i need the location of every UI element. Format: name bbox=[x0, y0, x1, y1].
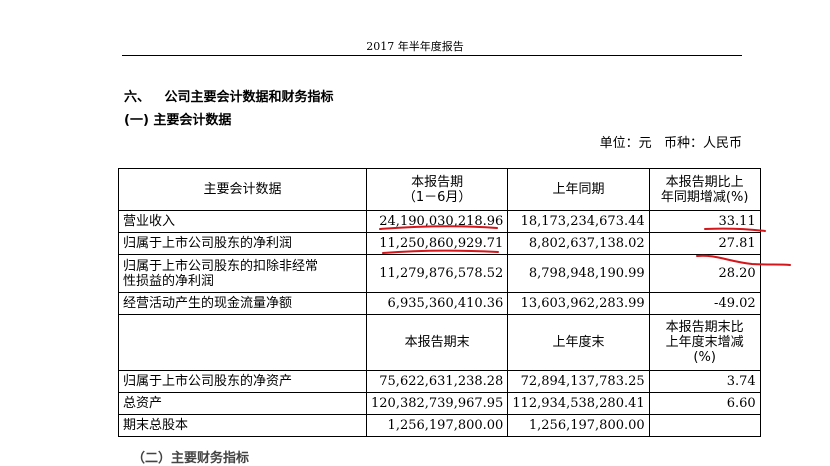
row-current: 11,250,860,929.71 bbox=[365, 232, 509, 255]
header-period-end: 本报告期末 bbox=[365, 314, 509, 371]
table-row: 归属于上市公司股东的扣除非经常 性损益的净利润 11,279,876,578.5… bbox=[118, 254, 761, 293]
section-heading: 六、 公司主要会计数据和财务指标 bbox=[124, 86, 334, 105]
next-section-heading-partial: （二）主要财务指标 bbox=[132, 451, 250, 466]
table-header-row: 主要会计数据 本报告期 （1－6月） 上年同期 本报告期比上 年同期增减(%) bbox=[118, 168, 761, 211]
table-row: 营业收入 24,190,030,218.96 18,173,234,673.44… bbox=[118, 210, 761, 233]
header-change-line1: 本报告期比上 bbox=[665, 174, 744, 190]
header-blank bbox=[118, 314, 367, 371]
header-current-period: 本报告期 （1－6月） bbox=[365, 168, 509, 211]
row-prior: 13,603,962,283.99 bbox=[507, 292, 650, 315]
table-row: 期末总股本 1,256,197,800.00 1,256,197,800.00 bbox=[118, 414, 761, 437]
row-label: 总资产 bbox=[118, 392, 367, 415]
row-label: 归属于上市公司股东的净利润 bbox=[118, 232, 367, 255]
header2-change-line3: (%) bbox=[693, 350, 716, 365]
accounting-data-table: 主要会计数据 本报告期 （1－6月） 上年同期 本报告期比上 年同期增减(%) … bbox=[118, 168, 761, 437]
row-prior: 18,173,234,673.44 bbox=[507, 210, 650, 233]
header-change-pct-2: 本报告期末比 上年度末增减 (%) bbox=[648, 314, 761, 371]
row-prior: 1,256,197,800.00 bbox=[507, 414, 650, 437]
row-current: 120,382,739,967.95 bbox=[365, 392, 509, 415]
row-change: 6.60 bbox=[648, 392, 761, 415]
row-prior: 8,802,637,138.02 bbox=[507, 232, 650, 255]
subsection-heading: (一) 主要会计数据 bbox=[124, 113, 232, 128]
header-current-period-line2: （1－6月） bbox=[402, 189, 472, 205]
header2-change-line2: 上年度末增减 bbox=[665, 335, 744, 350]
table-row: 总资产 120,382,739,967.95 112,934,538,280.4… bbox=[118, 392, 761, 415]
unit-currency-line: 单位：元 币种：人民币 bbox=[599, 136, 742, 151]
table-header-row: 本报告期末 上年度末 本报告期末比 上年度末增减 (%) bbox=[118, 314, 761, 371]
row-label: 经营活动产生的现金流量净额 bbox=[118, 292, 367, 315]
section-number: 六、 bbox=[124, 90, 151, 105]
row-prior: 8,798,948,190.99 bbox=[507, 254, 650, 293]
row-label-line1: 归属于上市公司股东的扣除非经常 bbox=[123, 258, 319, 274]
section-title: 公司主要会计数据和财务指标 bbox=[164, 90, 334, 105]
row-change: 3.74 bbox=[648, 370, 761, 393]
row-change: 27.81 bbox=[648, 232, 761, 255]
header-rule bbox=[122, 55, 742, 56]
row-prior: 112,934,538,280.41 bbox=[507, 392, 650, 415]
header-current-period-line1: 本报告期 bbox=[411, 174, 464, 190]
header-key-data: 主要会计数据 bbox=[118, 168, 367, 211]
row-current: 75,622,631,238.28 bbox=[365, 370, 509, 393]
row-change bbox=[648, 414, 761, 437]
table-row: 归属于上市公司股东的净利润 11,250,860,929.71 8,802,63… bbox=[118, 232, 761, 255]
row-change: 33.11 bbox=[648, 210, 761, 233]
row-label: 营业收入 bbox=[118, 210, 367, 233]
header-change-line2: 年同期增减(%) bbox=[660, 189, 749, 205]
row-current: 6,935,360,410.36 bbox=[365, 292, 509, 315]
row-label-line2: 性损益的净利润 bbox=[123, 273, 215, 289]
table-row: 经营活动产生的现金流量净额 6,935,360,410.36 13,603,96… bbox=[118, 292, 761, 315]
row-current: 24,190,030,218.96 bbox=[365, 210, 509, 233]
row-current: 11,279,876,578.52 bbox=[365, 254, 509, 293]
row-label: 归属于上市公司股东的扣除非经常 性损益的净利润 bbox=[118, 254, 367, 293]
table-row: 归属于上市公司股东的净资产 75,622,631,238.28 72,894,1… bbox=[118, 370, 761, 393]
header2-change-line1: 本报告期末比 bbox=[665, 320, 744, 335]
row-current: 1,256,197,800.00 bbox=[365, 414, 509, 437]
row-prior: 72,894,137,783.25 bbox=[507, 370, 650, 393]
report-header-title: 2017 年半年度报告 bbox=[366, 40, 464, 53]
header-prior-year-end: 上年度末 bbox=[507, 314, 650, 371]
row-label: 期末总股本 bbox=[118, 414, 367, 437]
row-change: 28.20 bbox=[648, 254, 761, 293]
row-change: -49.02 bbox=[648, 292, 761, 315]
header-prior-period: 上年同期 bbox=[507, 168, 650, 211]
header-change-pct: 本报告期比上 年同期增减(%) bbox=[648, 168, 761, 211]
row-label: 归属于上市公司股东的净资产 bbox=[118, 370, 367, 393]
